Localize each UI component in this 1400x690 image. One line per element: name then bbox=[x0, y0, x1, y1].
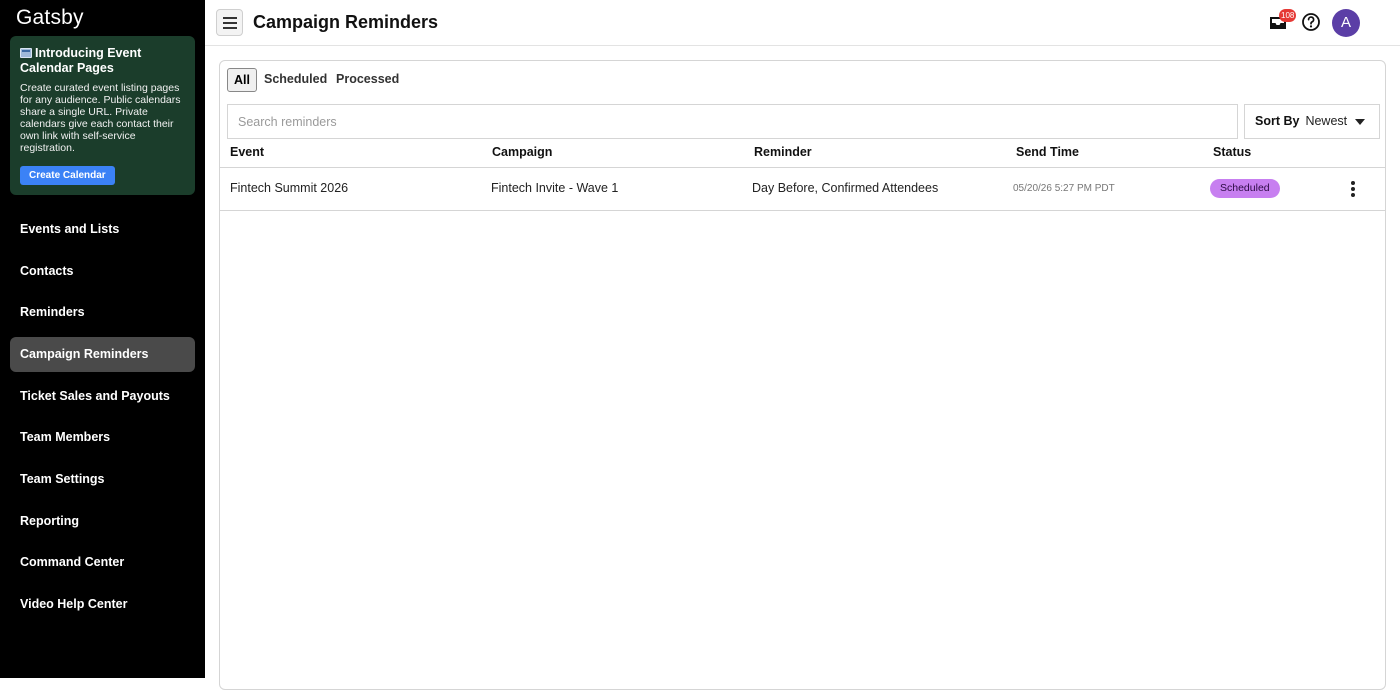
search-input[interactable] bbox=[227, 104, 1238, 139]
column-header-status[interactable]: Status bbox=[1213, 145, 1251, 159]
promo-body: Create curated event listing pages for a… bbox=[20, 82, 181, 154]
sidebar-item-campaign-reminders[interactable]: Campaign Reminders bbox=[10, 337, 195, 372]
column-header-event[interactable]: Event bbox=[230, 145, 264, 159]
help-icon[interactable] bbox=[1301, 12, 1321, 32]
status-badge: Scheduled bbox=[1210, 179, 1280, 198]
sidebar-item-team-settings[interactable]: Team Settings bbox=[10, 462, 195, 497]
menu-icon[interactable] bbox=[216, 9, 243, 36]
sidebar-item-command-center[interactable]: Command Center bbox=[10, 545, 195, 580]
column-header-send-time[interactable]: Send Time bbox=[1016, 145, 1079, 159]
column-header-reminder[interactable]: Reminder bbox=[754, 145, 812, 159]
notification-badge: 108 bbox=[1279, 9, 1297, 22]
row-event: Fintech Summit 2026 bbox=[230, 181, 349, 195]
top-header: Campaign Reminders 108 A bbox=[205, 0, 1400, 46]
promo-title-text: Introducing Event Calendar Pages bbox=[20, 46, 142, 75]
page-title: Campaign Reminders bbox=[253, 12, 439, 32]
sidebar-item-reminders[interactable]: Reminders bbox=[10, 295, 195, 330]
more-options-icon[interactable] bbox=[1348, 180, 1358, 198]
column-header-campaign[interactable]: Campaign bbox=[492, 145, 552, 159]
promo-title: Introducing Event Calendar Pages bbox=[20, 46, 185, 76]
tab-processed[interactable]: Processed bbox=[330, 68, 405, 90]
reminders-panel: All Scheduled Processed Sort By Newest Ev… bbox=[219, 60, 1386, 690]
sidebar-item-events-and-lists[interactable]: Events and Lists bbox=[10, 212, 195, 247]
calendar-emoji-icon bbox=[20, 48, 32, 58]
sidebar-item-ticket-sales-and-payouts[interactable]: Ticket Sales and Payouts bbox=[10, 379, 195, 414]
create-calendar-button[interactable]: Create Calendar bbox=[20, 166, 115, 185]
sidebar-item-video-help-center[interactable]: Video Help Center bbox=[10, 587, 195, 622]
row-campaign: Fintech Invite - Wave 1 bbox=[491, 181, 619, 195]
promo-card: Introducing Event Calendar Pages Create … bbox=[10, 36, 195, 195]
row-reminder: Day Before, Confirmed Attendees bbox=[752, 181, 939, 195]
sidebar: Gatsby Introducing Event Calendar Pages … bbox=[0, 0, 205, 678]
sidebar-item-contacts[interactable]: Contacts bbox=[10, 254, 195, 289]
sort-dropdown[interactable]: Sort By Newest bbox=[1244, 104, 1380, 139]
tab-all[interactable]: All bbox=[227, 68, 257, 92]
sidebar-item-reporting[interactable]: Reporting bbox=[10, 504, 195, 539]
sidebar-item-team-members[interactable]: Team Members bbox=[10, 420, 195, 455]
table-row[interactable]: Fintech Summit 2026 Fintech Invite - Wav… bbox=[220, 167, 1385, 211]
sort-value: Newest bbox=[1305, 114, 1348, 128]
row-send-time: 05/20/26 5:27 PM PDT bbox=[1013, 183, 1115, 194]
sort-label: Sort By bbox=[1255, 114, 1300, 128]
chevron-down-icon bbox=[1355, 119, 1365, 125]
tab-scheduled[interactable]: Scheduled bbox=[258, 68, 333, 90]
app-logo[interactable]: Gatsby bbox=[16, 6, 84, 30]
avatar[interactable]: A bbox=[1332, 9, 1360, 37]
